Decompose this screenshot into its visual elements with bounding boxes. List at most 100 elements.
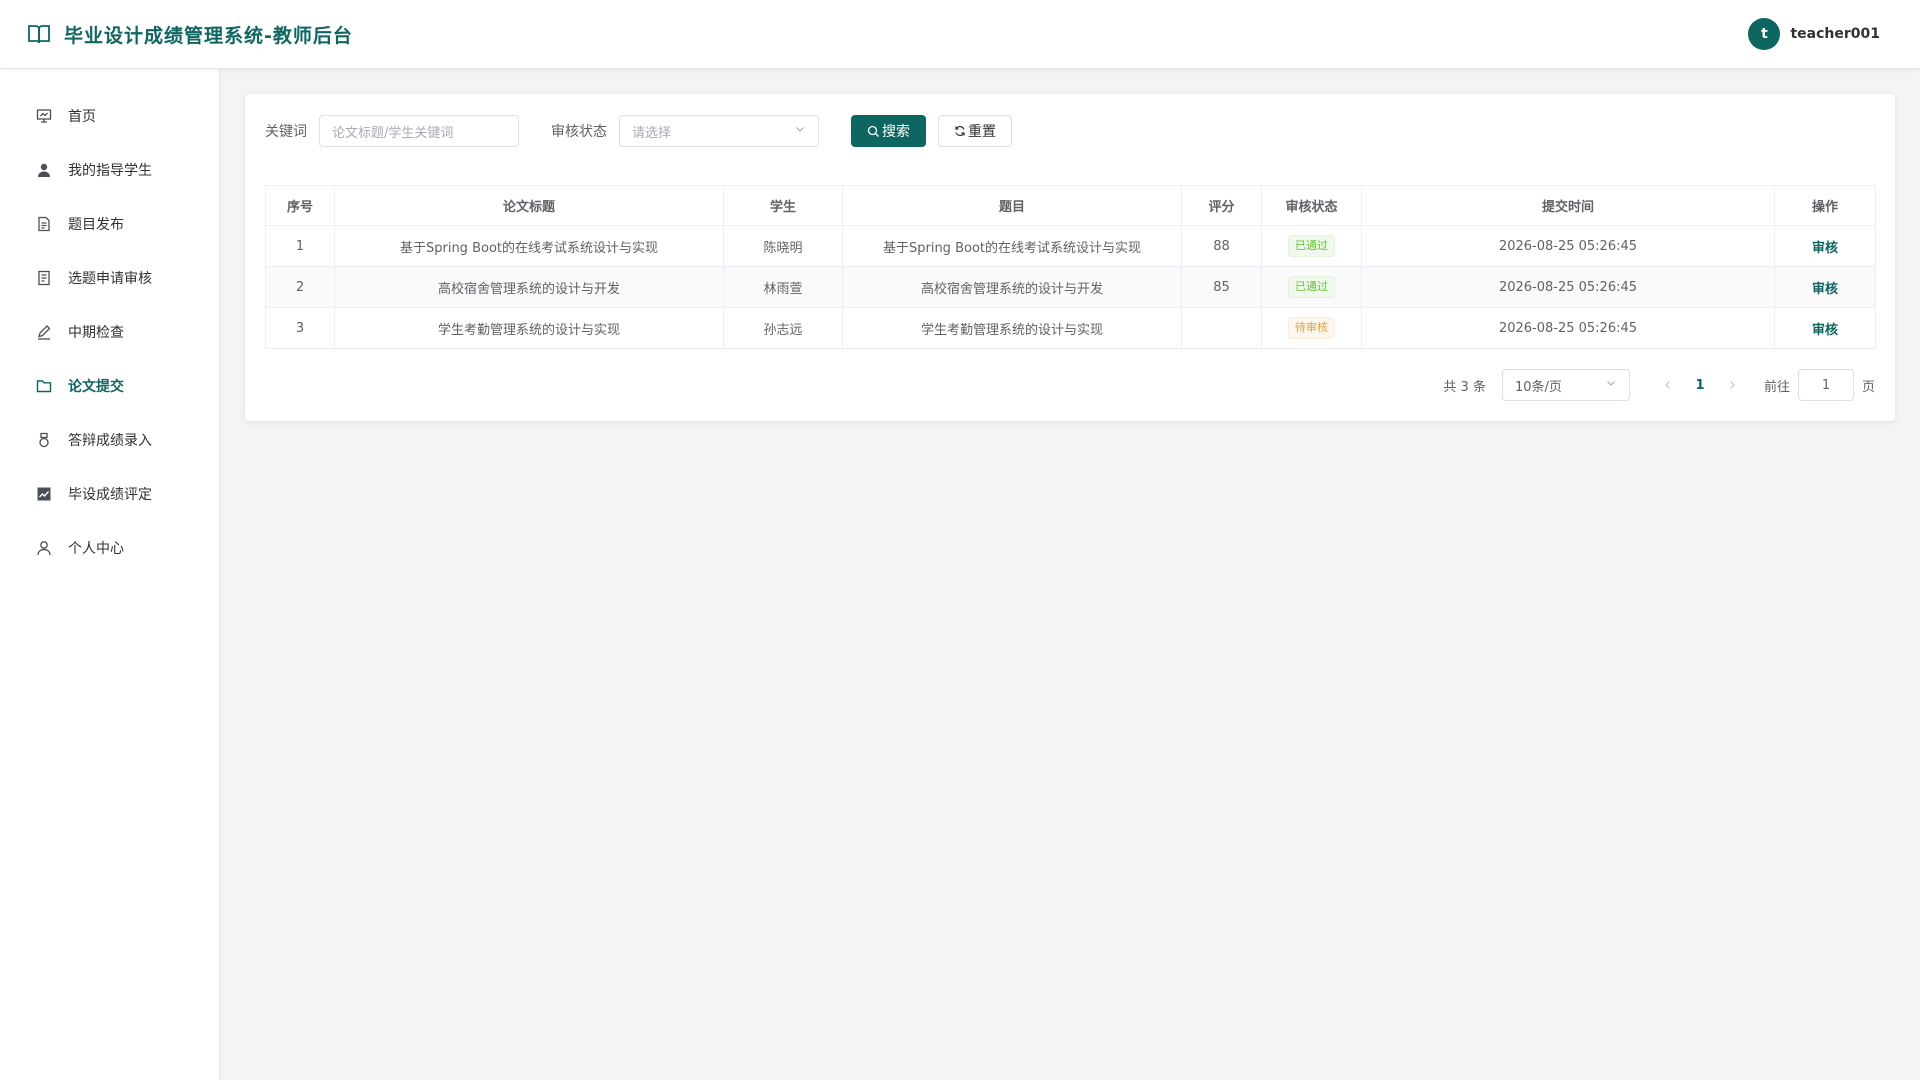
sidebar-item-thesis-submit[interactable]: 论文提交	[0, 359, 219, 413]
status-select[interactable]: 请选择	[619, 115, 819, 147]
total-count: 共 3 条	[1443, 379, 1486, 395]
sidebar-item-students[interactable]: 我的指导学生	[0, 143, 219, 197]
reset-button-label: 重置	[968, 124, 996, 140]
chevron-down-icon	[1605, 377, 1617, 393]
action-cell: 审核	[1774, 307, 1876, 349]
row-index: 1	[265, 225, 335, 267]
column-header: 审核状态	[1261, 185, 1362, 226]
column-header: 题目	[842, 185, 1182, 226]
chevron-down-icon	[794, 123, 806, 139]
content-card: 关键词 论文标题/学生关键词 审核状态 请选择 搜索 重置 序号 论文标题 学生…	[245, 94, 1895, 421]
search-icon	[867, 125, 880, 138]
search-button[interactable]: 搜索	[851, 115, 926, 147]
folder-icon	[36, 378, 52, 394]
row-index: 3	[265, 307, 335, 349]
goto-label: 前往	[1763, 379, 1790, 395]
keyword-placeholder: 论文标题/学生关键词	[332, 125, 454, 141]
student-name: 陈晓明	[723, 225, 843, 267]
sidebar-item-topic-review[interactable]: 选题申请审核	[0, 251, 219, 305]
submit-time: 2026-08-25 05:26:45	[1361, 225, 1775, 267]
column-header: 评分	[1181, 185, 1262, 226]
reset-button[interactable]: 重置	[938, 115, 1012, 147]
sidebar-item-label: 我的指导学生	[68, 163, 152, 179]
page-size-value: 10条/页	[1514, 379, 1562, 395]
sidebar-item-label: 答辩成绩录入	[68, 433, 152, 449]
review-button[interactable]: 审核	[1812, 323, 1838, 338]
sidebar-item-profile[interactable]: 个人中心	[0, 521, 219, 575]
keyword-label: 关键词	[265, 124, 307, 140]
goto-page-input[interactable]: 1	[1797, 369, 1854, 401]
sidebar-item-label: 中期检查	[68, 325, 124, 341]
review-button[interactable]: 审核	[1812, 241, 1838, 256]
refresh-icon	[954, 125, 966, 137]
document-icon	[36, 216, 52, 232]
status-label: 审核状态	[551, 124, 607, 140]
pagination: 共 3 条 10条/页 1 前往 1 页	[1443, 369, 1875, 401]
status-cell: 已通过	[1261, 225, 1362, 267]
status-badge: 已通过	[1288, 276, 1335, 298]
score: 85	[1181, 266, 1262, 308]
table-header-row: 序号 论文标题 学生 题目 评分 审核状态 提交时间 操作	[265, 185, 1876, 226]
topic-title: 学生考勤管理系统的设计与实现	[842, 307, 1182, 349]
sidebar-item-label: 首页	[68, 109, 96, 125]
sidebar-item-topic-publish[interactable]: 题目发布	[0, 197, 219, 251]
submit-time: 2026-08-25 05:26:45	[1361, 266, 1775, 308]
chart-icon	[36, 486, 52, 502]
search-button-label: 搜索	[882, 124, 910, 140]
action-cell: 审核	[1774, 225, 1876, 267]
topic-title: 基于Spring Boot的在线考试系统设计与实现	[842, 225, 1182, 267]
filter-bar: 关键词 论文标题/学生关键词 审核状态 请选择 搜索 重置	[265, 115, 1012, 147]
student-name: 林雨萱	[723, 266, 843, 308]
sidebar-item-defense-score[interactable]: 答辩成绩录入	[0, 413, 219, 467]
table-row: 1 基于Spring Boot的在线考试系统设计与实现 陈晓明 基于Spring…	[265, 225, 1876, 267]
page-number-current[interactable]: 1	[1684, 369, 1716, 401]
score	[1181, 307, 1262, 349]
top-header: 毕业设计成绩管理系统-教师后台 t teacher001	[0, 0, 1920, 69]
sidebar-item-label: 选题申请审核	[68, 271, 152, 287]
prev-page-icon[interactable]	[1652, 369, 1684, 401]
app-title: 毕业设计成绩管理系统-教师后台	[64, 24, 353, 47]
thesis-table: 序号 论文标题 学生 题目 评分 审核状态 提交时间 操作 1 基于Spring…	[265, 185, 1876, 349]
table-row: 2 高校宿舍管理系统的设计与开发 林雨萱 高校宿舍管理系统的设计与开发 85 已…	[265, 266, 1876, 308]
table-row: 3 学生考勤管理系统的设计与实现 孙志远 学生考勤管理系统的设计与实现 待审核 …	[265, 307, 1876, 349]
column-header: 提交时间	[1361, 185, 1775, 226]
username[interactable]: teacher001	[1790, 26, 1880, 42]
sidebar-item-label: 题目发布	[68, 217, 124, 233]
book-logo-icon	[26, 21, 52, 47]
column-header: 序号	[265, 185, 335, 226]
sidebar-item-label: 个人中心	[68, 541, 124, 557]
goto-page-value: 1	[1821, 377, 1831, 393]
tickets-icon	[36, 270, 52, 286]
thesis-title: 基于Spring Boot的在线考试系统设计与实现	[334, 225, 724, 267]
thesis-title: 学生考勤管理系统的设计与实现	[334, 307, 724, 349]
thesis-title: 高校宿舍管理系统的设计与开发	[334, 266, 724, 308]
page-suffix: 页	[1861, 379, 1875, 395]
next-page-icon[interactable]	[1716, 369, 1748, 401]
edit-pen-icon	[36, 324, 52, 340]
avatar[interactable]: t	[1748, 18, 1781, 50]
sidebar-item-label: 毕设成绩评定	[68, 487, 152, 503]
sidebar: 首页 我的指导学生 题目发布 选题申请审核 中期检查 论文提交 答辩成绩录入 毕…	[0, 69, 220, 1080]
column-header: 操作	[1774, 185, 1876, 226]
submit-time: 2026-08-25 05:26:45	[1361, 307, 1775, 349]
dashboard-icon	[36, 108, 52, 124]
user-outline-icon	[36, 540, 52, 556]
status-placeholder: 请选择	[632, 125, 672, 141]
sidebar-item-home[interactable]: 首页	[0, 89, 219, 143]
medal-icon	[36, 432, 52, 448]
student-name: 孙志远	[723, 307, 843, 349]
column-header: 学生	[723, 185, 843, 226]
sidebar-item-final-grade[interactable]: 毕设成绩评定	[0, 467, 219, 521]
review-button[interactable]: 审核	[1812, 282, 1838, 297]
user-icon	[36, 162, 52, 178]
user-menu[interactable]: t teacher001	[1748, 18, 1880, 50]
row-index: 2	[265, 266, 335, 308]
keyword-input[interactable]: 论文标题/学生关键词	[319, 115, 519, 147]
score: 88	[1181, 225, 1262, 267]
column-header: 论文标题	[334, 185, 724, 226]
status-badge: 待审核	[1288, 317, 1335, 339]
topic-title: 高校宿舍管理系统的设计与开发	[842, 266, 1182, 308]
page-size-select[interactable]: 10条/页	[1501, 369, 1630, 401]
status-badge: 已通过	[1288, 235, 1335, 257]
sidebar-item-midterm-check[interactable]: 中期检查	[0, 305, 219, 359]
